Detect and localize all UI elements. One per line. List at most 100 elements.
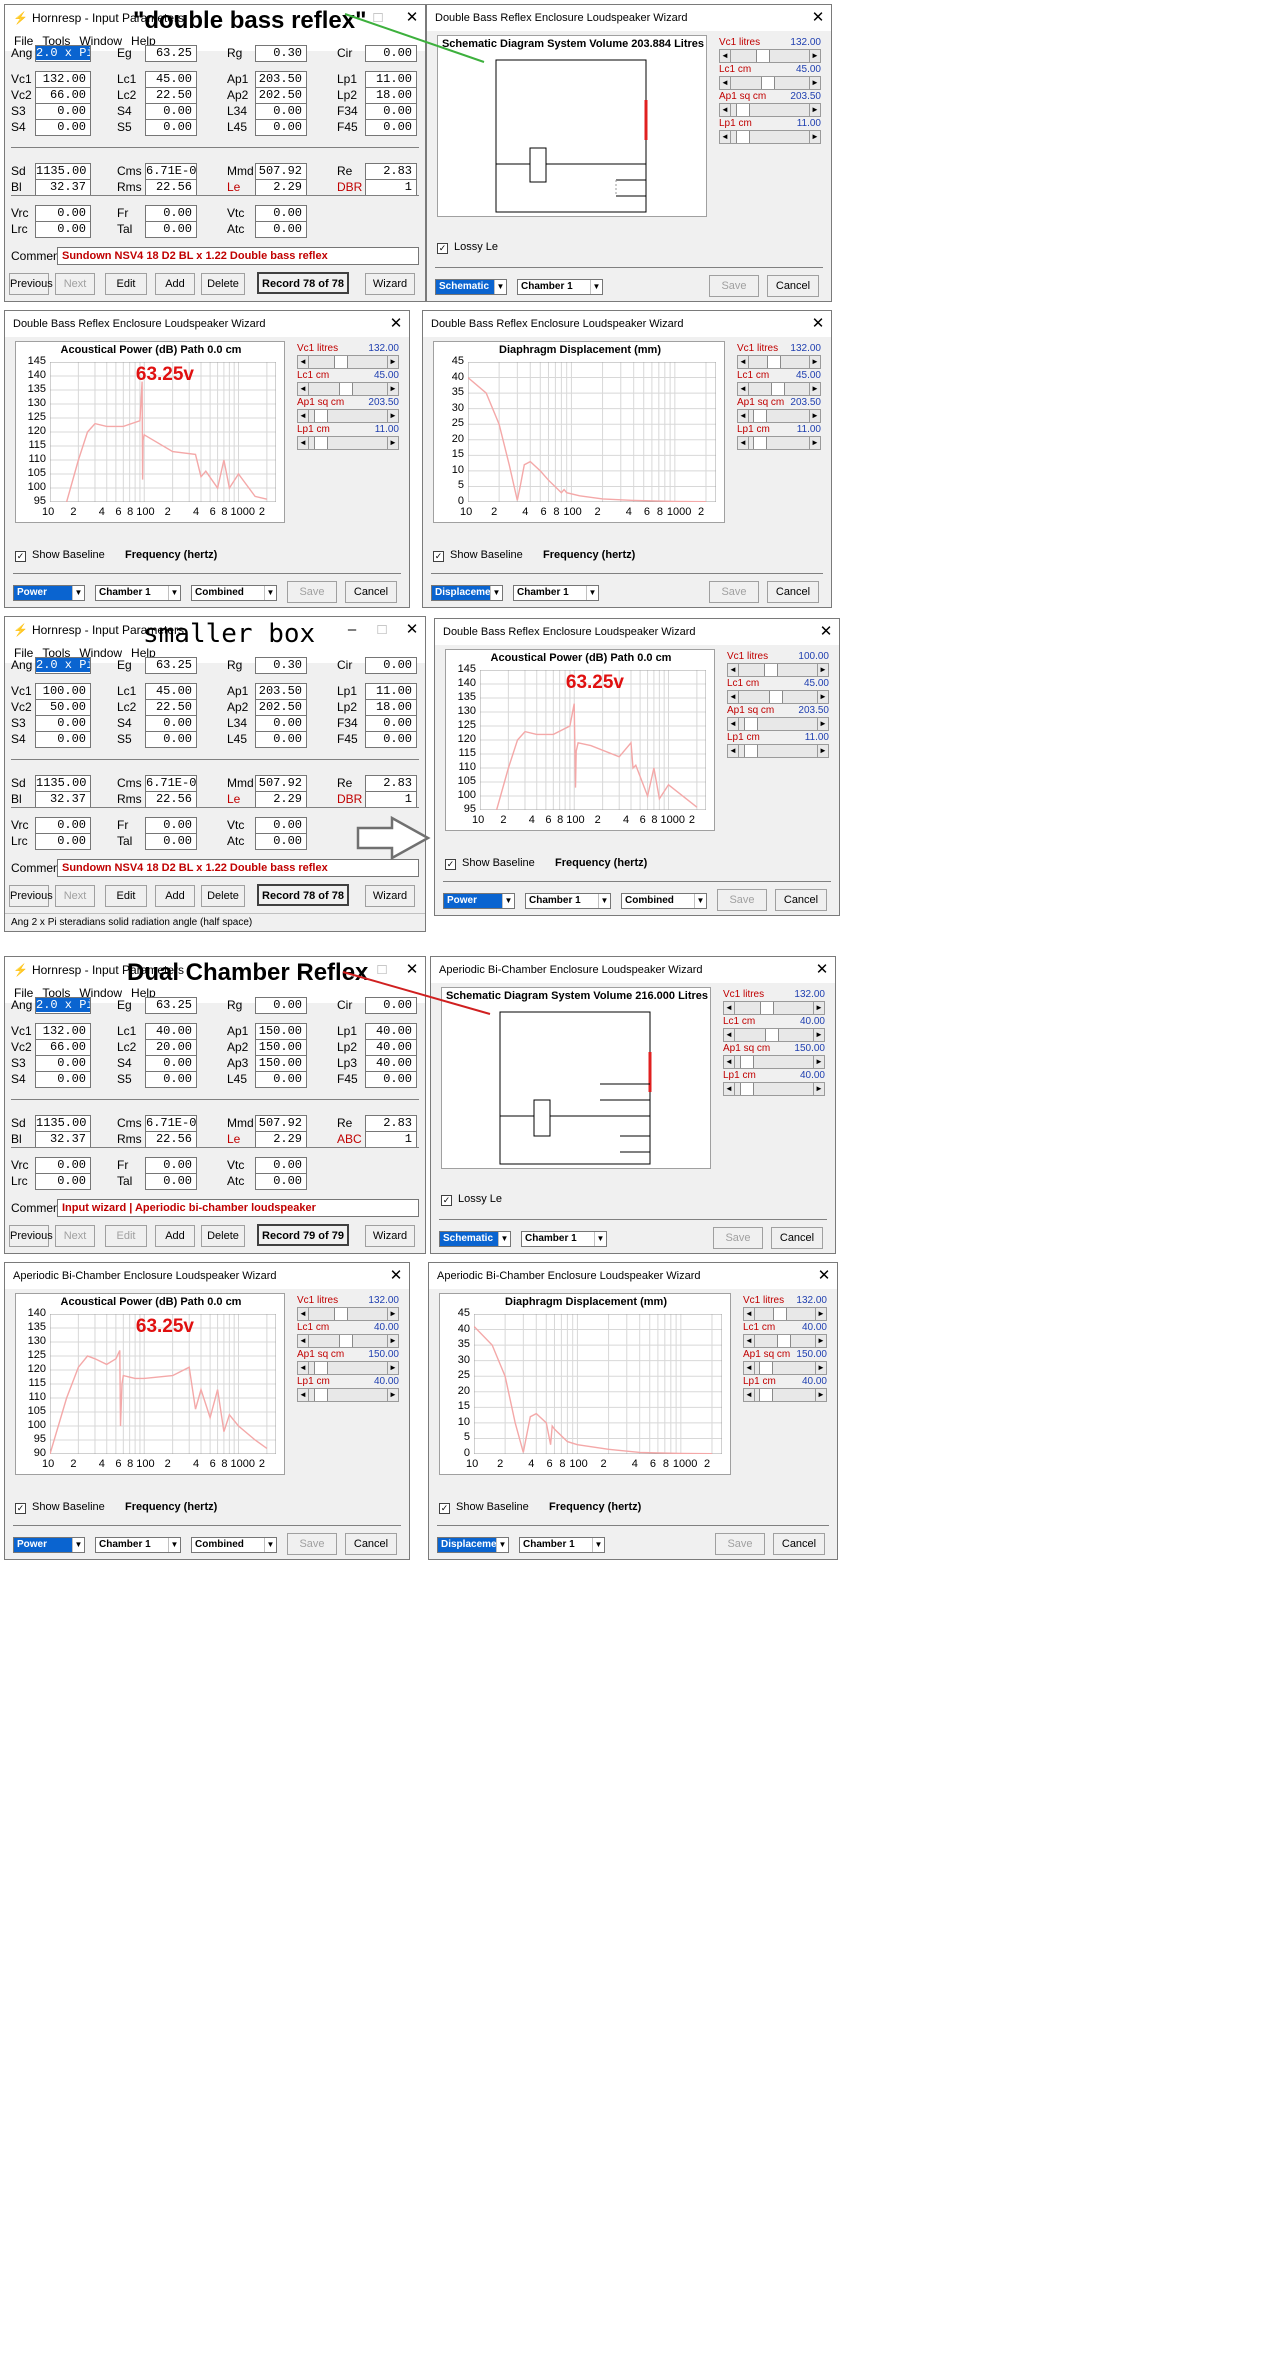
arrow-right-icon[interactable]: ► [809,50,820,62]
combo-chamber-1[interactable]: Chamber 1 ▼ [95,1537,181,1553]
slider-2[interactable]: ◄ ► [727,717,829,731]
arrow-right-icon[interactable]: ► [813,1083,824,1095]
field-rms[interactable]: 22.56 [145,1131,197,1148]
field-fr[interactable]: 0.00 [145,1157,197,1174]
cancel-button[interactable]: Cancel [773,1533,825,1555]
slider-thumb[interactable] [313,1389,328,1401]
field-cms[interactable]: 6.71E-05 [145,1115,197,1132]
close-icon[interactable]: ✕ [813,619,839,645]
combo-chamber-1[interactable]: Chamber 1 ▼ [517,279,603,295]
arrow-right-icon[interactable]: ► [387,1362,398,1374]
slider-thumb[interactable] [743,745,758,757]
field-cir[interactable]: 0.00 [365,657,417,674]
field-re[interactable]: 2.83 [365,1115,417,1132]
arrow-right-icon[interactable]: ► [387,1389,398,1401]
checkbox-box[interactable]: ✓ [15,551,26,562]
field-lp2[interactable]: 18.00 [365,699,417,716]
comment-field[interactable]: Sundown NSV4 18 D2 BL x 1.22 Double bass… [57,859,419,877]
field-ap2[interactable]: 202.50 [255,87,307,104]
checkbox-box[interactable]: ✓ [439,1503,450,1514]
field-lc2[interactable]: 20.00 [145,1039,197,1056]
add-button[interactable]: Add [155,1225,195,1247]
field-rg[interactable]: 0.30 [255,657,307,674]
arrow-left-icon[interactable]: ◄ [724,1002,735,1014]
field-vc2[interactable]: 66.00 [35,1039,91,1056]
arrow-left-icon[interactable]: ◄ [744,1362,755,1374]
field-l45[interactable]: 0.00 [255,731,307,748]
combo-schematic[interactable]: Schematic ▼ [435,279,507,295]
arrow-left-icon[interactable]: ◄ [724,1029,735,1041]
checkbox-box[interactable]: ✓ [433,551,444,562]
field-l34[interactable]: 0.00 [255,715,307,732]
arrow-right-icon[interactable]: ► [809,104,820,116]
chevron-down-icon[interactable]: ▼ [592,1538,604,1552]
slider-2[interactable]: ◄ ► [723,1055,825,1069]
add-button[interactable]: Add [155,273,195,295]
field-cms[interactable]: 6.71E-05 [145,163,197,180]
show-baseline-checkbox[interactable]: ✓ Show Baseline [439,1501,529,1514]
slider-3[interactable]: ◄ ► [719,130,821,144]
field-lrc[interactable]: 0.00 [35,1173,91,1190]
edit-button[interactable]: Edit [105,273,147,295]
slider-3[interactable]: ◄ ► [743,1388,827,1402]
arrow-right-icon[interactable]: ► [387,1335,398,1347]
arrow-right-icon[interactable]: ► [809,437,820,449]
slider-2[interactable]: ◄ ► [719,103,821,117]
checkbox-box[interactable]: ✓ [437,243,448,254]
field-eg[interactable]: 63.25 [145,45,197,62]
slider-thumb[interactable] [766,356,781,368]
chevron-down-icon[interactable]: ▼ [264,586,276,600]
field-bl[interactable]: 32.37 [35,791,91,808]
chevron-down-icon[interactable]: ▼ [490,586,502,600]
slider-thumb[interactable] [776,1335,791,1347]
arrow-right-icon[interactable]: ► [815,1362,826,1374]
field-fr[interactable]: 0.00 [145,205,197,222]
slider-2[interactable]: ◄ ► [297,1361,399,1375]
field-l45[interactable]: 0.00 [255,119,307,136]
arrow-left-icon[interactable]: ◄ [298,1335,309,1347]
cancel-button[interactable]: Cancel [775,889,827,911]
delete-button[interactable]: Delete [201,273,245,295]
slider-0[interactable]: ◄ ► [727,663,829,677]
slider-thumb[interactable] [752,437,767,449]
slider-1[interactable]: ◄ ► [297,382,399,396]
field-ap1[interactable]: 150.00 [255,1023,307,1040]
arrow-right-icon[interactable]: ► [815,1389,826,1401]
slider-thumb[interactable] [339,383,354,395]
combo-power[interactable]: Power ▼ [13,585,85,601]
field-lp1[interactable]: 11.00 [365,683,417,700]
combo-chamber-1[interactable]: Chamber 1 ▼ [519,1537,605,1553]
arrow-left-icon[interactable]: ◄ [728,745,739,757]
field-ap1[interactable]: 203.50 [255,71,307,88]
slider-0[interactable]: ◄ ► [297,1307,399,1321]
slider-0[interactable]: ◄ ► [719,49,821,63]
field-s4[interactable]: 0.00 [145,715,197,732]
field-tal[interactable]: 0.00 [145,833,197,850]
cancel-button[interactable]: Cancel [345,581,397,603]
field-lp1[interactable]: 11.00 [365,71,417,88]
close-icon[interactable]: ✕ [383,1263,409,1289]
close-icon[interactable]: ✕ [399,617,425,643]
chevron-down-icon[interactable]: ▼ [496,1538,508,1552]
combo-power[interactable]: Power ▼ [443,893,515,909]
arrow-right-icon[interactable]: ► [809,77,820,89]
slider-thumb[interactable] [339,1335,354,1347]
show-baseline-checkbox[interactable]: ✓ Show Baseline [15,549,105,562]
maximize-icon[interactable]: □ [369,957,395,983]
arrow-left-icon[interactable]: ◄ [744,1389,755,1401]
close-icon[interactable]: ✕ [399,957,425,983]
arrow-right-icon[interactable]: ► [387,383,398,395]
slider-thumb[interactable] [333,1308,348,1320]
show-baseline-checkbox[interactable]: ✓ Show Baseline [433,549,523,562]
combo-power[interactable]: Power ▼ [13,1537,85,1553]
slider-thumb[interactable] [770,383,785,395]
chevron-down-icon[interactable]: ▼ [72,586,84,600]
field-re[interactable]: 2.83 [365,163,417,180]
combo-combined[interactable]: Combined ▼ [191,1537,277,1553]
field-f34[interactable]: 0.00 [365,715,417,732]
slider-thumb[interactable] [758,1389,773,1401]
slider-thumb[interactable] [735,131,750,143]
slider-thumb[interactable] [761,77,776,89]
field-lc1[interactable]: 40.00 [145,1023,197,1040]
field-cir[interactable]: 0.00 [365,997,417,1014]
